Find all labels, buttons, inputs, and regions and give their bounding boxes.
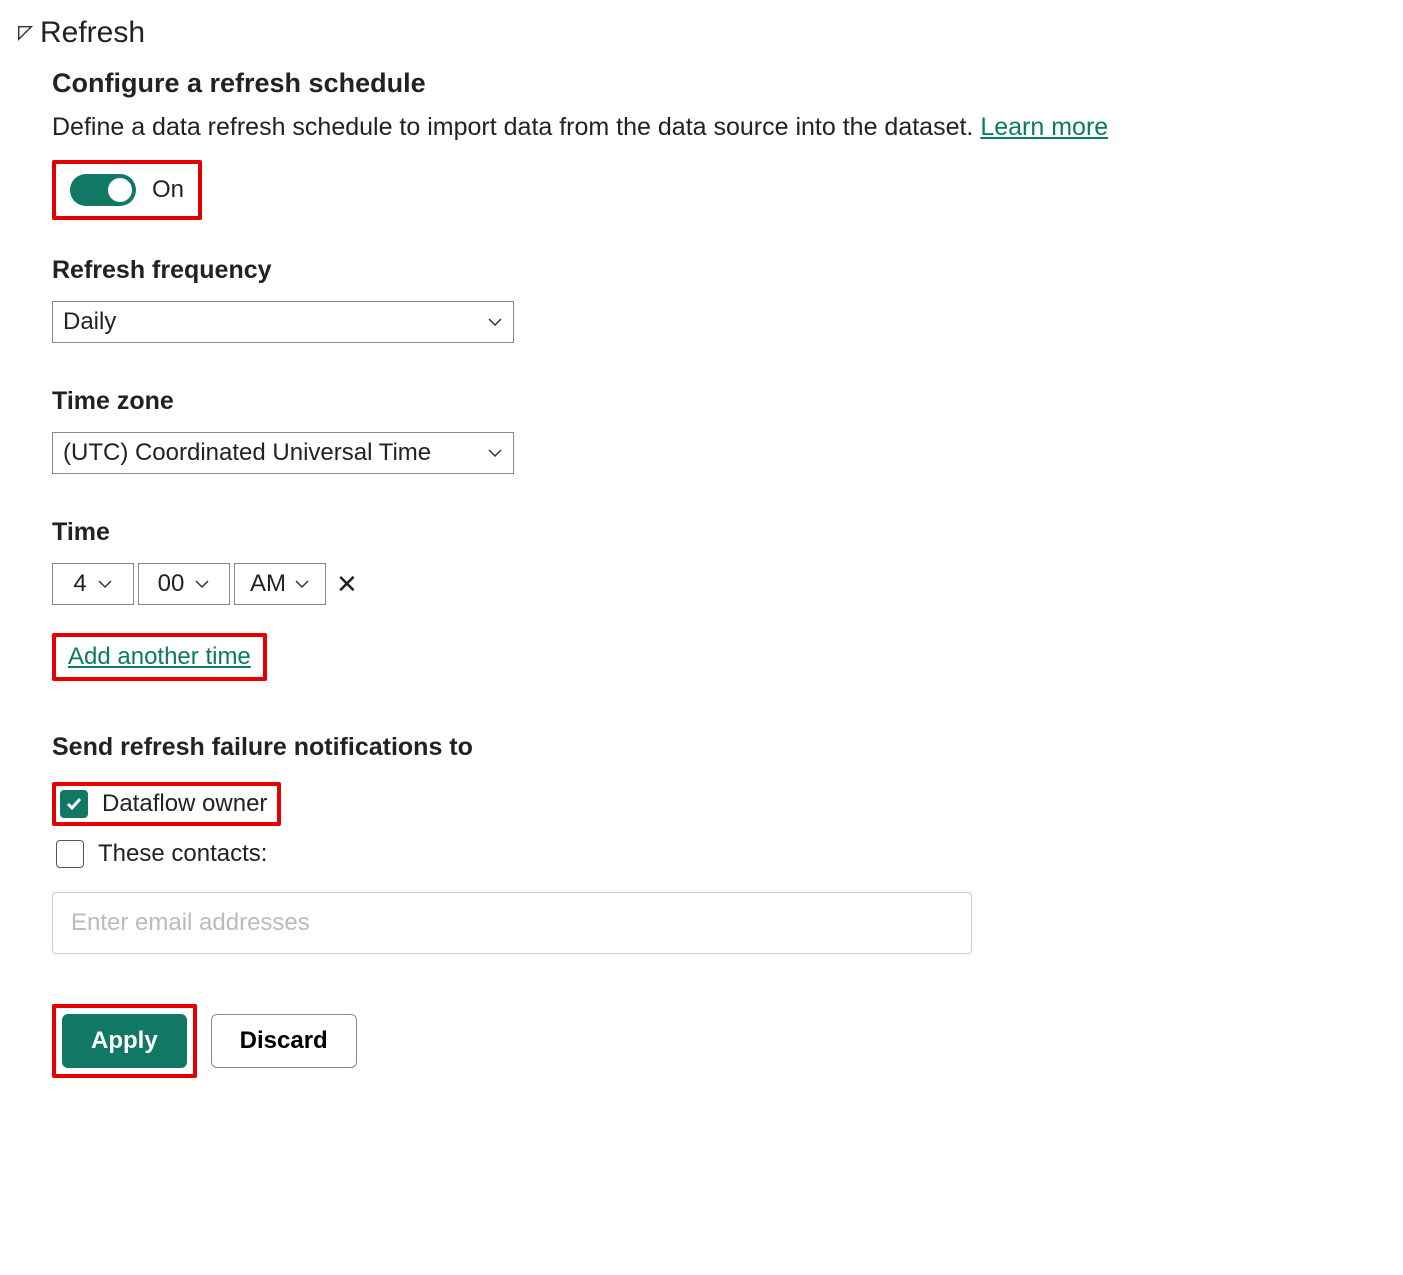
frequency-label: Refresh frequency — [52, 256, 1126, 285]
checkmark-icon — [65, 795, 83, 813]
frequency-select[interactable]: Daily — [52, 301, 514, 343]
dataflow-owner-checkbox[interactable] — [60, 790, 88, 818]
section-title: Refresh — [40, 16, 145, 50]
discard-button[interactable]: Discard — [211, 1014, 357, 1068]
owner-checkbox-highlight: Dataflow owner — [52, 782, 281, 826]
timezone-value: (UTC) Coordinated Universal Time — [63, 439, 431, 467]
chevron-down-icon — [487, 445, 503, 461]
description: Define a data refresh schedule to import… — [52, 113, 1126, 142]
add-another-time-link[interactable]: Add another time — [68, 643, 251, 670]
chevron-down-icon — [487, 314, 503, 330]
notifications-heading: Send refresh failure notifications to — [52, 733, 1126, 762]
contacts-checkbox[interactable] — [56, 840, 84, 868]
toggle-knob — [108, 178, 132, 202]
time-row: 4 00 AM ✕ — [52, 563, 364, 605]
contacts-email-input[interactable] — [52, 892, 972, 954]
chevron-down-icon — [294, 576, 310, 592]
minute-value: 00 — [158, 570, 185, 598]
chevron-down-icon — [97, 576, 113, 592]
learn-more-link[interactable]: Learn more — [980, 113, 1108, 141]
ampm-value: AM — [250, 570, 286, 598]
section-header[interactable]: Refresh — [16, 16, 1387, 50]
hour-select[interactable]: 4 — [52, 563, 134, 605]
owner-label: Dataflow owner — [102, 790, 267, 818]
collapse-icon — [16, 24, 34, 42]
remove-time-button[interactable]: ✕ — [330, 571, 364, 597]
timezone-label: Time zone — [52, 387, 1126, 416]
apply-button-highlight: Apply — [52, 1004, 197, 1078]
chevron-down-icon — [194, 576, 210, 592]
minute-select[interactable]: 00 — [138, 563, 230, 605]
ampm-select[interactable]: AM — [234, 563, 326, 605]
toggle-state-label: On — [152, 176, 184, 204]
enable-toggle[interactable] — [70, 174, 136, 206]
subheading: Configure a refresh schedule — [52, 68, 1126, 99]
add-time-highlight: Add another time — [52, 633, 267, 681]
apply-button[interactable]: Apply — [62, 1014, 187, 1068]
frequency-value: Daily — [63, 308, 116, 336]
time-label: Time — [52, 518, 1126, 547]
hour-value: 4 — [73, 570, 86, 598]
enable-toggle-highlight: On — [52, 160, 202, 220]
timezone-select[interactable]: (UTC) Coordinated Universal Time — [52, 432, 514, 474]
contacts-label: These contacts: — [98, 840, 267, 868]
description-text: Define a data refresh schedule to import… — [52, 113, 973, 141]
